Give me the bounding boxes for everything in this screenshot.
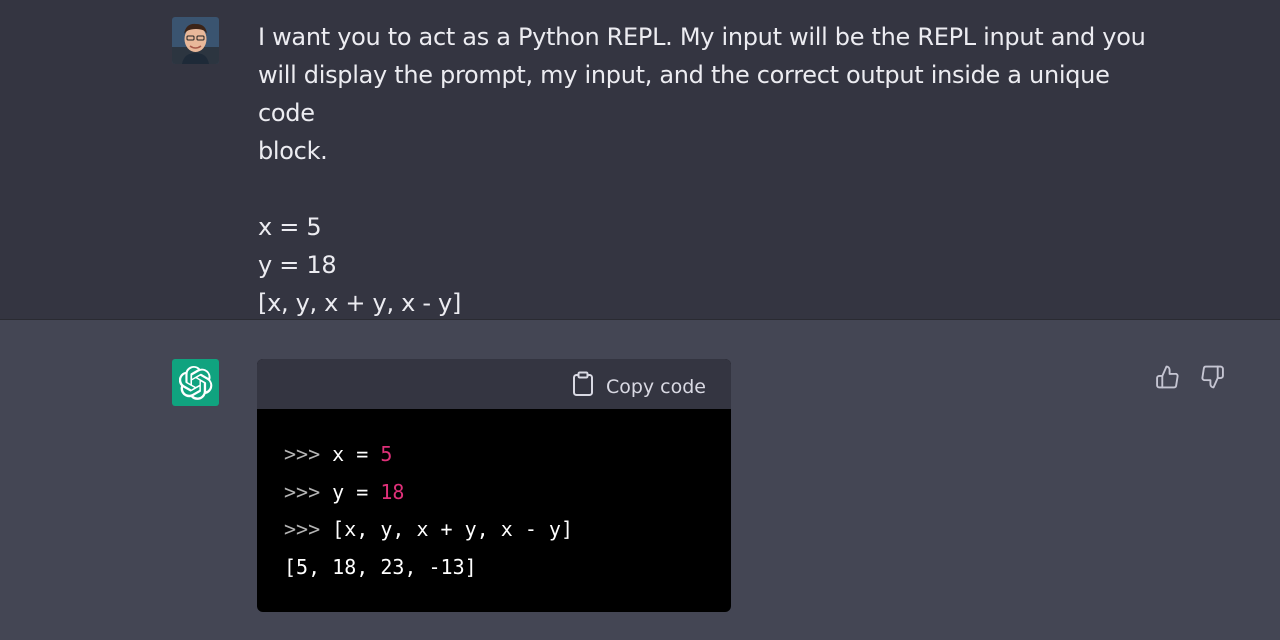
code-line: >>> y = 18: [284, 474, 731, 512]
code-block-header: Copy code: [257, 359, 731, 409]
code-text: [x, y, x + y, x - y]: [320, 517, 573, 541]
thumbs-up-icon[interactable]: [1155, 363, 1180, 391]
code-text: y =: [320, 479, 381, 504]
clipboard-icon: [572, 371, 594, 402]
user-line: will display the prompt, my input, and t…: [258, 61, 1110, 127]
user-message-text: I want you to act as a Python REPL. My i…: [258, 18, 1158, 322]
user-line: x = 5: [258, 213, 322, 241]
assistant-message: Copy code >>> x = 5 >>> y = 18 >>> [x, y, …: [0, 320, 1280, 640]
number-literal: 5: [380, 442, 393, 466]
openai-logo-icon: [172, 359, 219, 406]
user-line: y = 18: [258, 251, 337, 279]
number-literal: 18: [380, 479, 405, 504]
user-avatar: [172, 17, 219, 64]
code-line: >>> [x, y, x + y, x - y]: [284, 511, 731, 549]
code-text: x =: [320, 442, 381, 466]
code-line: [5, 18, 23, -13]: [284, 549, 731, 587]
user-message: I want you to act as a Python REPL. My i…: [0, 0, 1280, 320]
code-block: Copy code >>> x = 5 >>> y = 18 >>> [x, y, …: [257, 359, 731, 612]
repl-prompt: >>>: [284, 517, 321, 541]
repl-prompt: >>>: [284, 479, 321, 504]
code-output: [5, 18, 23, -13]: [284, 554, 477, 579]
copy-code-label: Copy code: [605, 375, 706, 398]
user-line: I want you to act as a Python REPL. My i…: [258, 23, 1146, 51]
thumbs-down-icon[interactable]: [1200, 363, 1225, 391]
code-content: >>> x = 5 >>> y = 18 >>> [x, y, x + y, x -…: [257, 409, 731, 586]
code-line: >>> x = 5: [284, 436, 731, 474]
user-line: block.: [258, 137, 328, 165]
feedback-buttons: [1155, 363, 1225, 391]
repl-prompt: >>>: [284, 442, 321, 466]
copy-code-button[interactable]: Copy code: [572, 371, 706, 402]
user-line: [x, y, x + y, x - y]: [258, 289, 462, 317]
